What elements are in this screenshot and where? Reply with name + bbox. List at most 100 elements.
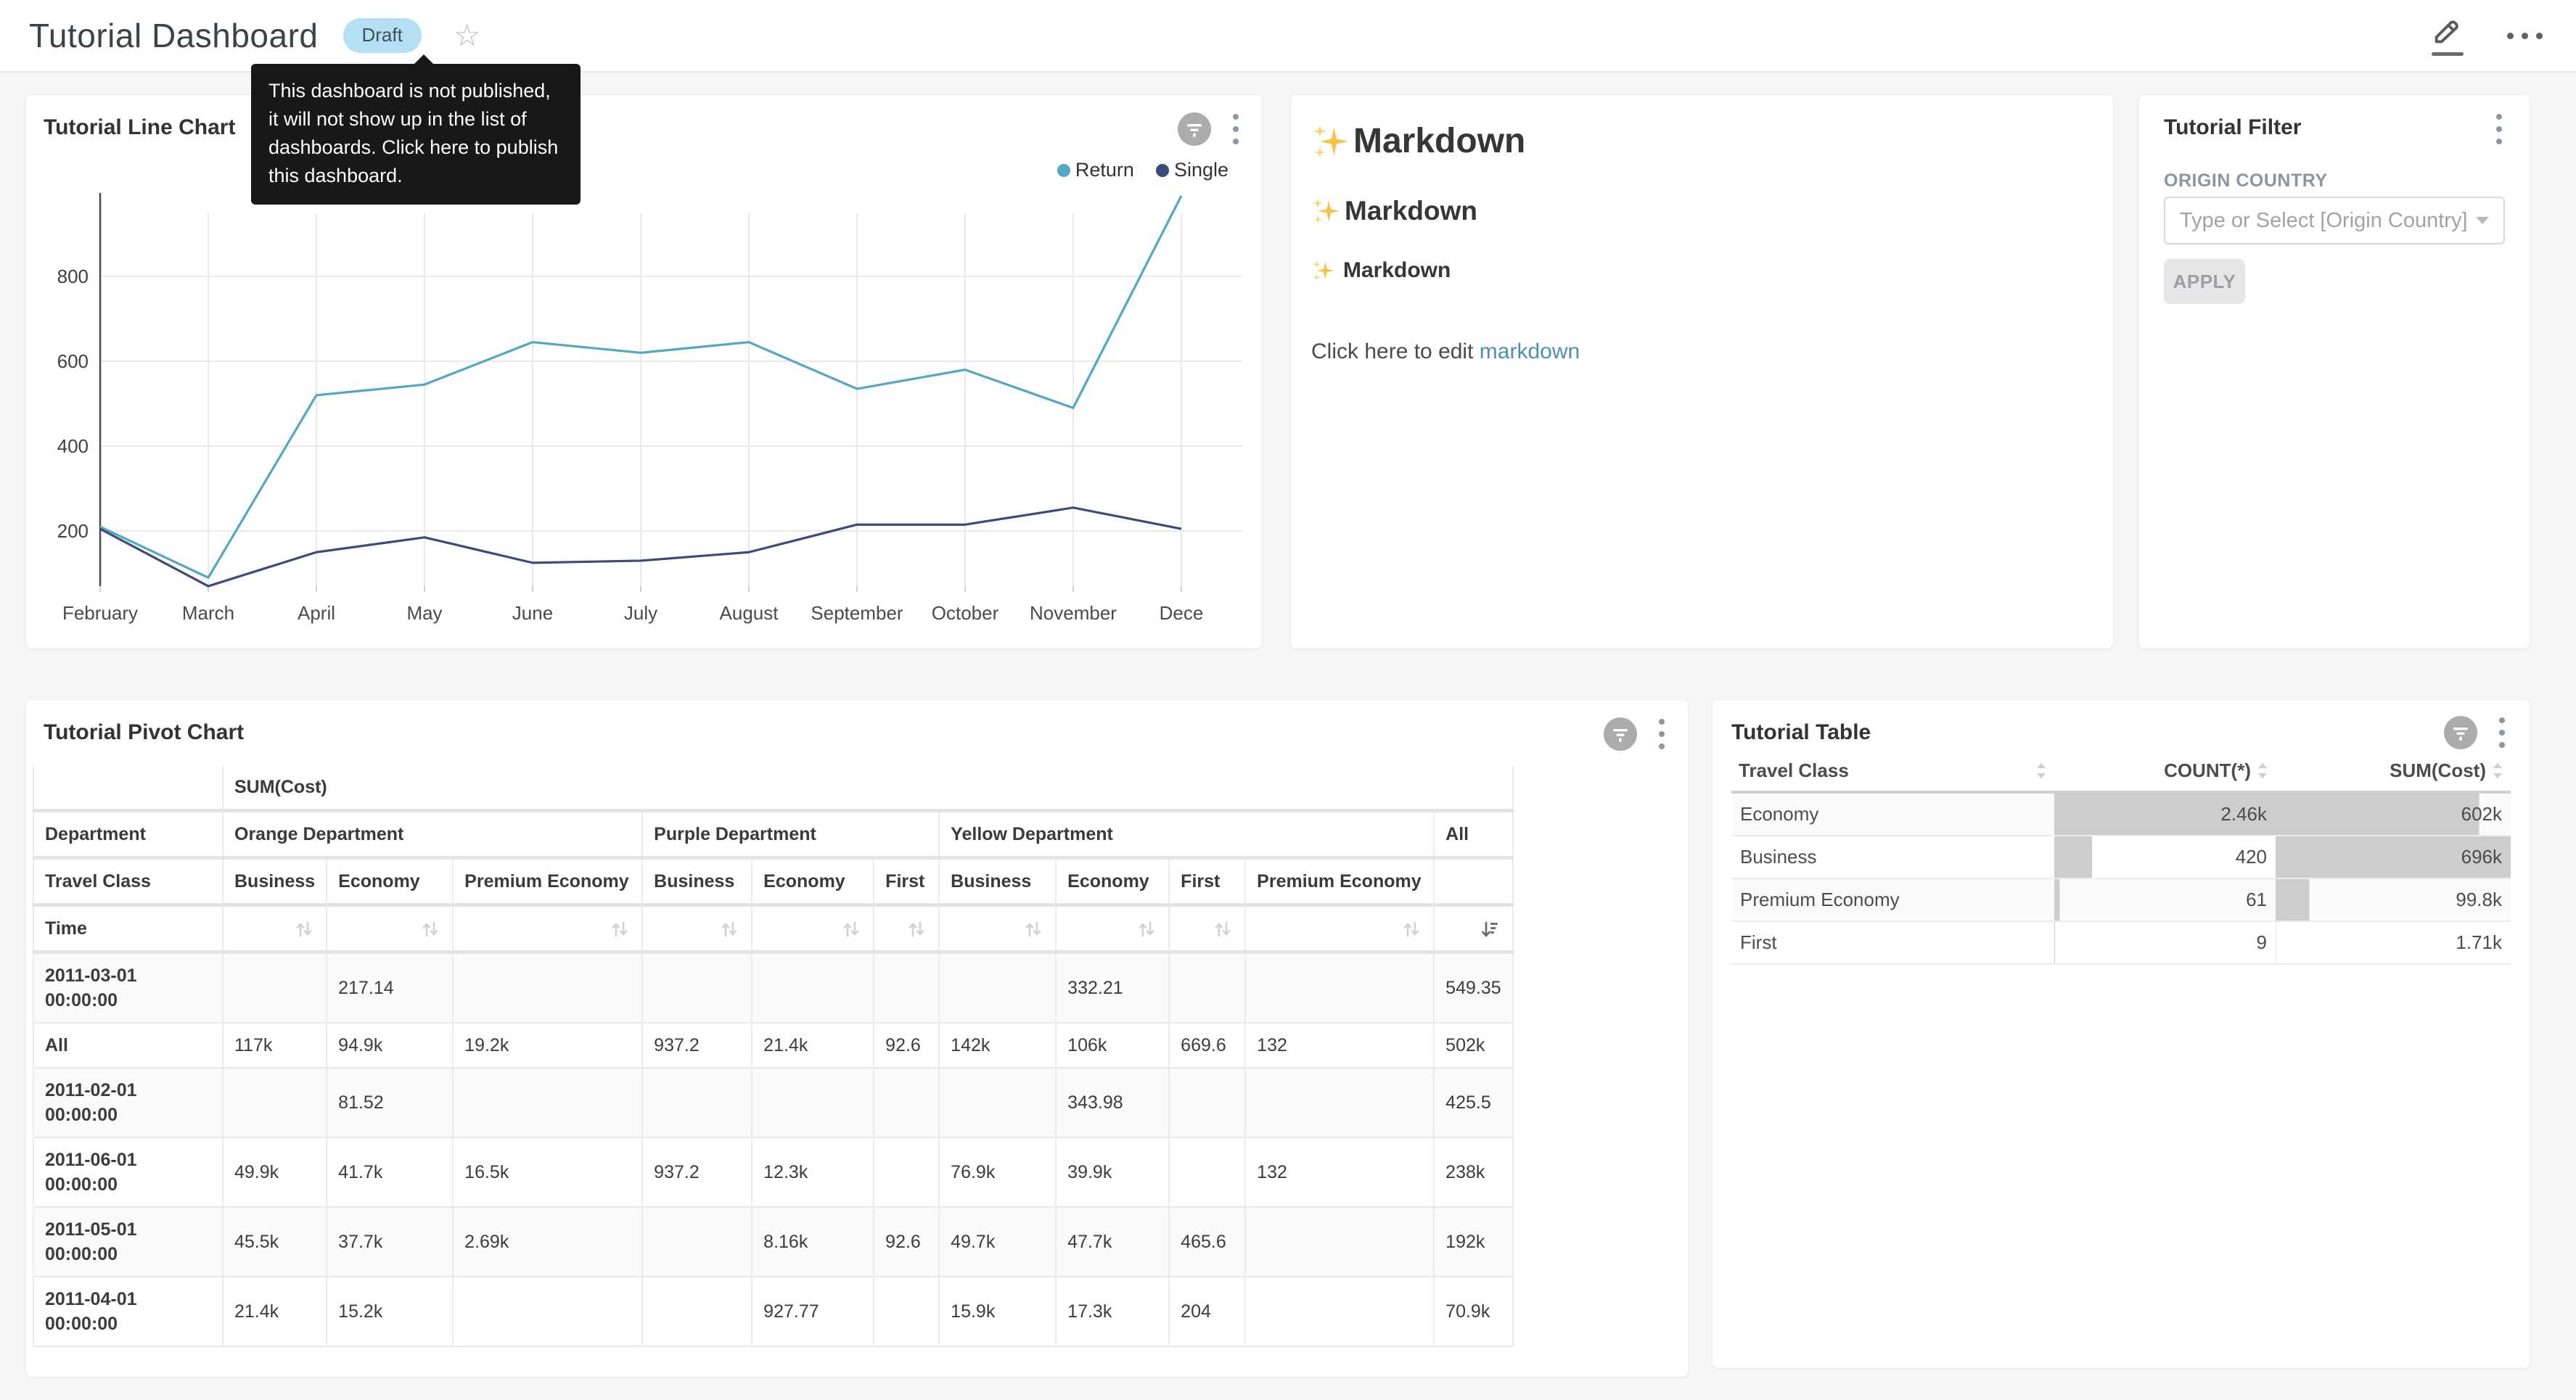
sort-icon[interactable] [453,905,642,952]
pivot-class-header: Business [642,858,752,905]
cell-travel-class: First [1731,921,2054,964]
pivot-cell [874,1137,939,1207]
pivot-cell [453,952,642,1024]
pivot-header-class-row: Travel ClassBusinessEconomyPremium Econo… [33,858,1513,905]
legend-dot [1057,164,1070,177]
sort-carets-icon[interactable] [2492,762,2503,781]
markdown-h2-text: Markdown [1345,196,1477,226]
page-title: Tutorial Dashboard [29,16,319,55]
panel-actions [2490,111,2508,147]
kebab-menu-icon[interactable] [1653,716,1670,752]
pivot-cell [874,952,939,1024]
pivot-cell: 15.9k [939,1277,1056,1346]
pivot-cell: 70.9k [1434,1277,1513,1346]
filter-funnel-circle-icon[interactable] [2444,716,2477,749]
header-actions [2430,15,2547,56]
cell-count: 61 [2054,878,2276,921]
cell-travel-class: Premium Economy [1731,878,2054,921]
pivot-class-header: Economy [752,858,874,905]
pivot-cell: 76.9k [939,1137,1056,1207]
sort-icon[interactable] [1169,905,1245,952]
pivot-cell [1245,1068,1434,1137]
pivot-department-header: All [1434,811,1513,858]
pivot-class-header: First [874,858,939,905]
column-header-travel-class[interactable]: Travel Class [1731,751,2054,792]
sort-carets-icon[interactable] [2257,762,2268,781]
pivot-row-label: 2011-03-01 00:00:00 [33,952,223,1024]
pivot-table: SUM(Cost)DepartmentOrange DepartmentPurp… [33,765,1514,1347]
pivot-cell: 15.2k [327,1277,453,1346]
sort-icon-active-desc[interactable] [1434,905,1513,952]
select-placeholder: Type or Select [Origin Country] [2180,209,2470,233]
markdown-h1: Markdown [1311,121,2093,161]
pivot-cell: 332.21 [1056,952,1169,1024]
sort-icon[interactable] [752,905,874,952]
filter-funnel-circle-icon[interactable] [1178,112,1211,146]
kebab-menu-icon[interactable] [2490,111,2508,147]
pivot-cell: 927.77 [752,1277,874,1346]
origin-country-select[interactable]: Type or Select [Origin Country] [2164,197,2505,244]
chart-legend: Return Single [1057,159,1228,181]
cell-sum: 1.71k [2276,921,2511,964]
pivot-cell: 2.69k [453,1207,642,1277]
pivot-row: 2011-06-01 00:00:0049.9k41.7k16.5k937.21… [33,1137,1513,1207]
sort-icon[interactable] [327,905,453,952]
data-table: Travel Class COUNT(*)SUM(Cost)Economy2.46… [1731,751,2511,965]
panel-actions [1604,716,1670,752]
kebab-menu-icon[interactable] [1227,111,1244,147]
legend-item-single[interactable]: Single [1156,159,1228,181]
pivot-time-header[interactable]: Time [33,905,223,952]
ellipsis-menu-icon[interactable] [2503,28,2547,44]
pivot-cell [223,952,327,1024]
markdown-edit-link[interactable]: markdown [1480,339,1580,363]
panel-tutorial-filter: Tutorial Filter ORIGIN COUNTRY Type or S… [2139,95,2530,648]
filter-funnel-circle-icon[interactable] [1604,717,1637,751]
panel-markdown: Markdown Markdown Markdown Click here to… [1291,95,2113,648]
sort-icon[interactable] [1056,905,1169,952]
star-outline-icon[interactable]: ☆ [454,20,481,51]
sort-icon[interactable] [874,905,939,952]
pivot-row-label: All [33,1023,223,1068]
draft-status-badge[interactable]: Draft [343,18,422,52]
y-axis-label: 800 [57,265,89,287]
cell-travel-class: Business [1731,836,2054,878]
pivot-cell: 549.35 [1434,952,1513,1024]
table-header-row: Travel Class COUNT(*)SUM(Cost) [1731,751,2511,792]
pivot-cell: 94.9k [327,1023,453,1068]
column-header-count[interactable]: COUNT(*) [2054,751,2276,792]
pivot-cell: 937.2 [642,1137,752,1207]
pivot-cell: 49.9k [223,1137,327,1207]
table-row: Economy2.46k602k [1731,792,2511,836]
apply-button[interactable]: APPLY [2164,259,2245,304]
pivot-cell: 192k [1434,1207,1513,1277]
cell-count: 420 [2054,836,2276,878]
cell-sum: 99.8k [2276,878,2511,921]
edit-underline [2432,52,2464,56]
legend-item-return[interactable]: Return [1057,159,1134,181]
pivot-cell: 502k [1434,1023,1513,1068]
kebab-menu-icon[interactable] [2493,715,2511,751]
sort-icon[interactable] [1245,905,1434,952]
pivot-cell [223,1068,327,1137]
sort-carets-icon[interactable] [2035,762,2047,781]
x-axis-label: May [406,602,442,624]
pivot-class-header: Business [939,858,1056,905]
pivot-department-header: Purple Department [642,811,939,858]
pivot-corner-cell [33,765,223,811]
column-header-sum-cost[interactable]: SUM(Cost) [2276,751,2511,792]
sort-icon[interactable] [223,905,327,952]
sort-icon[interactable] [939,905,1056,952]
panel-actions [2444,715,2511,751]
line-chart-plot[interactable]: FebruaryMarchAprilMayJuneJulyAugustSepte… [26,181,1260,638]
publish-tooltip[interactable]: This dashboard is not published, it will… [251,64,581,205]
pivot-cell: 106k [1056,1023,1169,1068]
x-axis-label: April [298,602,335,624]
markdown-h2: Markdown [1311,196,2093,226]
pivot-cell [453,1277,642,1346]
column-header-label: Travel Class [1739,759,1849,782]
pivot-cell: 238k [1434,1137,1513,1207]
edit-pencil-icon[interactable] [2430,15,2468,56]
filter-field-label: ORIGIN COUNTRY [2164,170,2328,192]
x-axis-label: Dece [1160,602,1204,624]
sort-icon[interactable] [642,905,752,952]
